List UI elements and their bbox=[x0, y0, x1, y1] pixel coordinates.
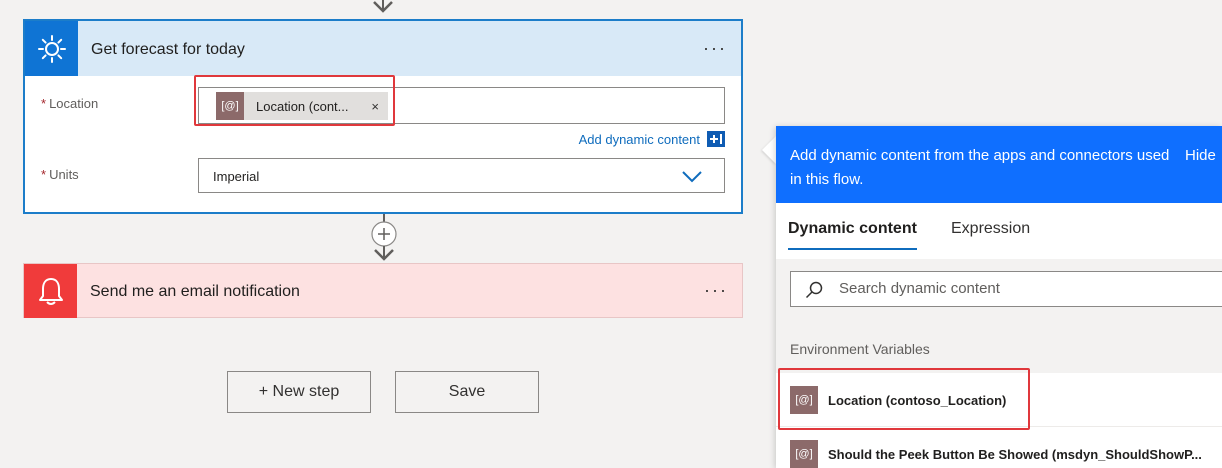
email-card-title: Send me an email notification bbox=[90, 283, 300, 300]
sun-icon bbox=[25, 21, 78, 76]
add-dynamic-content-link[interactable]: Add dynamic content bbox=[579, 131, 725, 147]
bell-icon bbox=[24, 264, 77, 318]
add-dynamic-content-icon[interactable] bbox=[707, 131, 725, 147]
panel-description: Add dynamic content from the apps and co… bbox=[790, 147, 1170, 188]
more-options-icon[interactable]: ··· bbox=[704, 280, 728, 301]
highlight-box bbox=[194, 75, 395, 126]
chevron-down-icon bbox=[682, 171, 702, 183]
forecast-card-header[interactable]: Get forecast for today ··· bbox=[25, 21, 741, 76]
search-input[interactable] bbox=[839, 280, 1199, 297]
forecast-card-title: Get forecast for today bbox=[91, 41, 245, 58]
insert-step-icon[interactable] bbox=[364, 214, 404, 266]
tab-dynamic-content[interactable]: Dynamic content bbox=[788, 220, 917, 250]
tab-expression[interactable]: Expression bbox=[951, 220, 1030, 238]
variable-icon: [@] bbox=[790, 440, 818, 468]
email-action-card[interactable]: Send me an email notification ··· bbox=[23, 263, 743, 318]
search-box[interactable] bbox=[790, 271, 1222, 307]
hide-panel-link[interactable]: Hide bbox=[1185, 144, 1216, 168]
list-item[interactable]: [@] Should the Peek Button Be Showed (ms… bbox=[776, 427, 1222, 468]
units-value: Imperial bbox=[213, 169, 260, 184]
section-header: Environment Variables bbox=[776, 323, 1222, 373]
highlight-box bbox=[778, 368, 1030, 430]
more-options-icon[interactable]: ··· bbox=[703, 38, 727, 59]
list-item-label: Should the Peek Button Be Showed (msdyn_… bbox=[828, 447, 1202, 462]
units-label: * Units bbox=[41, 167, 79, 182]
new-step-button[interactable]: + New step bbox=[227, 371, 371, 413]
panel-header: Add dynamic content from the apps and co… bbox=[776, 126, 1222, 203]
search-icon bbox=[805, 281, 823, 299]
connector-arrow-icon bbox=[373, 0, 393, 13]
panel-pointer bbox=[762, 136, 776, 164]
panel-tabs: Dynamic content Expression bbox=[776, 203, 1222, 259]
section-title: Environment Variables bbox=[790, 341, 930, 357]
search-area bbox=[776, 259, 1222, 323]
save-button[interactable]: Save bbox=[395, 371, 539, 413]
units-dropdown[interactable]: Imperial bbox=[198, 158, 725, 193]
add-dynamic-content-text[interactable]: Add dynamic content bbox=[579, 132, 700, 147]
location-label: * Location bbox=[41, 96, 99, 111]
